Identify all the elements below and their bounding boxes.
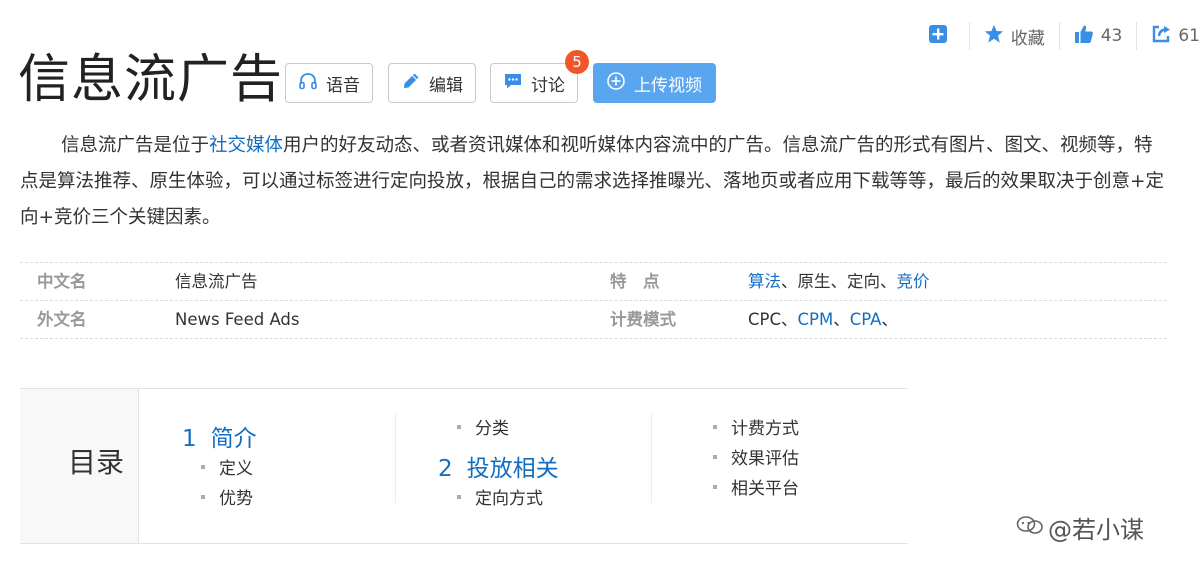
toc-item-label: 计费方式: [731, 419, 799, 439]
watermark-text: @若小谋: [1048, 516, 1144, 544]
toc-item-advantages[interactable]: 优势: [201, 484, 253, 509]
headphones-icon: [298, 71, 326, 96]
toc-divider: [395, 413, 396, 503]
billing-mode-value: CPC、CPM、CPA、: [748, 301, 898, 338]
pencil-icon: [401, 71, 429, 96]
summary-paragraph: 信息流广告是位于社交媒体用户的好友动态、或者资讯媒体和视听媒体内容流中的广告。信…: [20, 128, 1165, 236]
bidding-link[interactable]: 竞价: [897, 272, 930, 291]
bullet-icon: [201, 495, 205, 499]
like-button[interactable]: 43: [1060, 22, 1138, 50]
features-text: 、原生、定向、: [781, 272, 897, 291]
toc-item-definition[interactable]: 定义: [201, 454, 253, 479]
bullet-icon: [201, 465, 205, 469]
star-icon: [984, 24, 1011, 49]
chat-bubble-icon: [503, 71, 531, 96]
bullet-icon: [713, 455, 717, 459]
upload-video-button[interactable]: 上传视频: [593, 63, 716, 103]
billing-tail: 、: [881, 310, 898, 329]
edit-button[interactable]: 编辑: [388, 63, 476, 103]
toc-item-targeting[interactable]: 定向方式: [457, 484, 543, 509]
toc-section-number: 1: [182, 426, 197, 452]
like-count: 43: [1100, 26, 1123, 46]
toc-item-label: 定向方式: [475, 489, 543, 509]
billing-separator: 、: [833, 310, 850, 329]
voice-button[interactable]: 语音: [285, 63, 373, 103]
plus-square-icon: [928, 24, 955, 49]
toc-section-delivery[interactable]: 2 投放相关: [438, 449, 559, 483]
toc-item-platforms[interactable]: 相关平台: [713, 474, 799, 499]
toc-title: 目录: [68, 446, 125, 479]
billing-mode-label: 计费模式: [610, 310, 676, 329]
toc-item-billing[interactable]: 计费方式: [713, 414, 799, 439]
cpm-link[interactable]: CPM: [798, 310, 834, 329]
features-label: 特 点: [610, 272, 660, 291]
discuss-button[interactable]: 讨论 5: [490, 50, 589, 103]
cpa-link[interactable]: CPA: [850, 310, 882, 329]
share-count: 61: [1178, 26, 1200, 46]
toc-section-number: 2: [438, 456, 453, 482]
toc-divider: [651, 413, 652, 503]
bullet-icon: [713, 485, 717, 489]
algorithm-link[interactable]: 算法: [748, 272, 781, 291]
add-to-list-button[interactable]: [914, 22, 970, 50]
toc-item-label: 相关平台: [731, 479, 799, 499]
favorite-button[interactable]: 收藏: [970, 22, 1060, 50]
basic-info-table: 中文名 信息流广告 特 点 算法、原生、定向、竞价 外文名 News Feed …: [20, 262, 1167, 339]
features-value: 算法、原生、定向、竞价: [748, 263, 930, 300]
summary-text-1: 信息流广告是位于: [61, 135, 210, 156]
toc-header: 目录: [20, 389, 139, 543]
upload-video-label: 上传视频: [634, 75, 702, 96]
toc-item-label: 定义: [219, 459, 253, 479]
discussion-count-badge: 5: [565, 50, 589, 74]
table-of-contents: 目录 1 简介 定义 优势 分类 2 投放相关 定向方式 计费方式 效果评估 相关平…: [20, 388, 908, 544]
bullet-icon: [457, 495, 461, 499]
edit-label: 编辑: [429, 75, 463, 96]
toc-item-label: 效果评估: [731, 449, 799, 469]
top-toolbar: 收藏 43 61: [914, 22, 1200, 50]
toc-item-label: 分类: [475, 419, 509, 439]
chinese-name-label: 中文名: [37, 272, 87, 291]
foreign-name-label: 外文名: [37, 310, 87, 329]
discuss-label: 讨论: [531, 75, 565, 96]
toc-section-label: 简介: [210, 426, 257, 452]
toc-item-classification[interactable]: 分类: [457, 414, 509, 439]
bullet-icon: [457, 425, 461, 429]
toc-section-label: 投放相关: [466, 456, 559, 482]
share-icon: [1151, 24, 1178, 49]
bullet-icon: [713, 425, 717, 429]
chinese-name-value: 信息流广告: [175, 272, 258, 291]
voice-label: 语音: [326, 75, 360, 96]
toc-section-intro[interactable]: 1 简介: [182, 419, 257, 453]
cpc-text: CPC、: [748, 310, 798, 329]
watermark: @若小谋: [1016, 510, 1144, 545]
thumbs-up-icon: [1074, 24, 1101, 49]
foreign-name-value: News Feed Ads: [175, 310, 300, 329]
info-row: 外文名 News Feed Ads 计费模式 CPC、CPM、CPA、: [20, 301, 1167, 339]
social-media-link[interactable]: 社交媒体: [209, 135, 283, 156]
info-row: 中文名 信息流广告 特 点 算法、原生、定向、竞价: [20, 262, 1167, 301]
share-button[interactable]: 61: [1137, 22, 1200, 50]
toc-item-evaluation[interactable]: 效果评估: [713, 444, 799, 469]
favorite-label: 收藏: [1010, 28, 1045, 49]
page-title: 信息流广告: [18, 50, 284, 110]
toc-item-label: 优势: [219, 489, 253, 509]
watermark-logo-icon: [1016, 513, 1044, 543]
plus-circle-icon: [606, 71, 634, 96]
